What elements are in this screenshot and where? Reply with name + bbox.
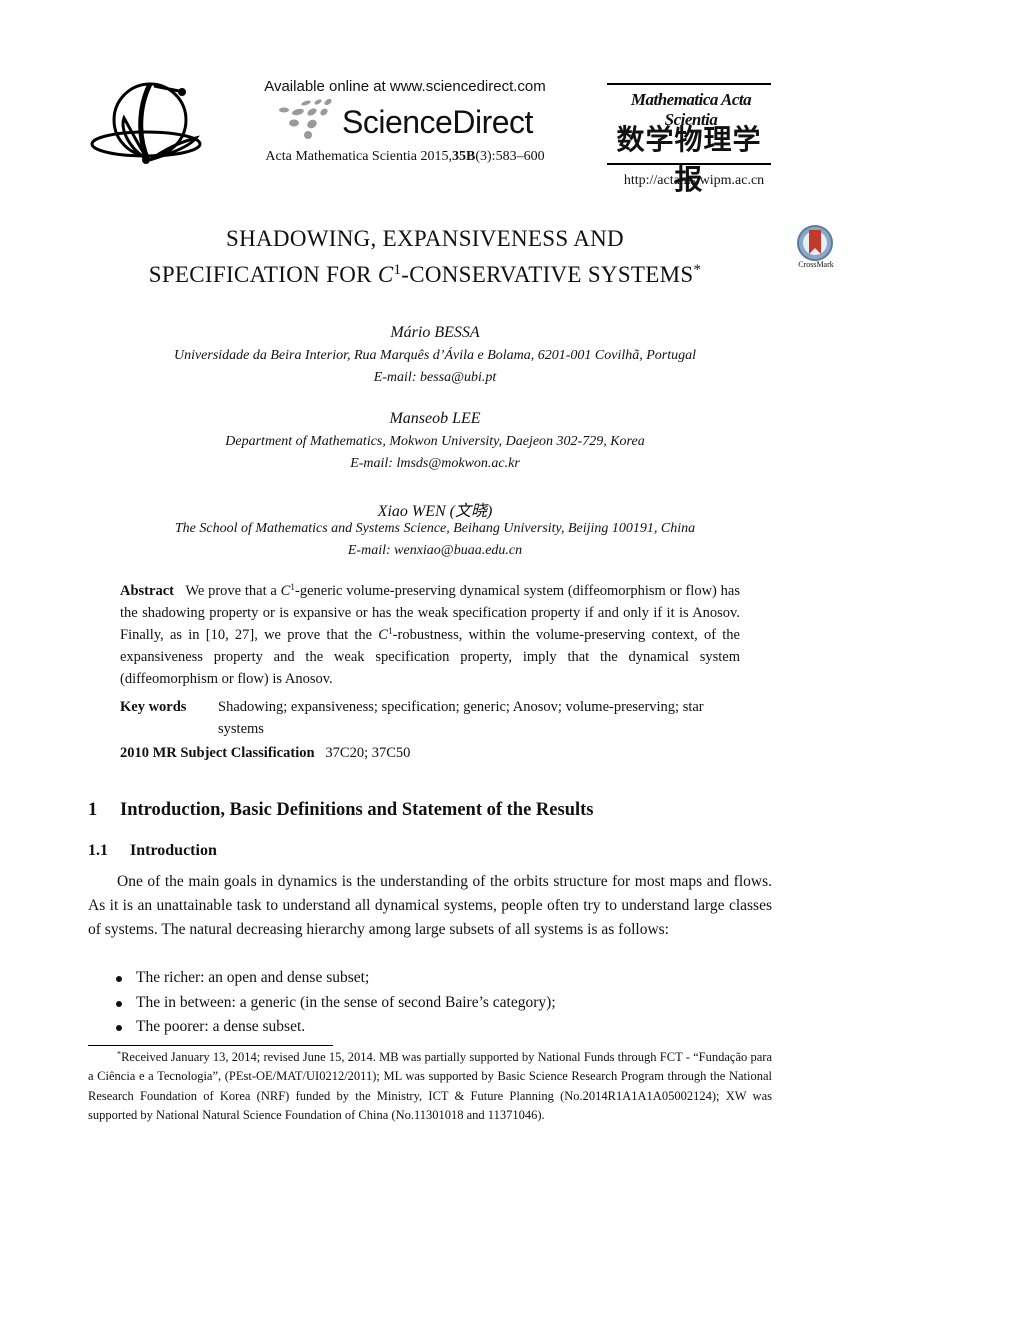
- author-name: Manseob LEE: [389, 410, 481, 427]
- citation-suffix: (3):583–600: [475, 149, 545, 164]
- keywords-label: Key words: [120, 699, 187, 715]
- bullet-icon: [116, 1025, 122, 1031]
- footnote-text: Received January 13, 2014; revised June …: [88, 1050, 772, 1122]
- math-c: C: [378, 627, 388, 643]
- title-line-1: SHADOWING, EXPANSIVENESS AND: [226, 226, 624, 251]
- journal-citation: Acta Mathematica Scientia 2015,35B(3):58…: [240, 149, 570, 165]
- paper-title: SHADOWING, EXPANSIVENESS AND SPECIFICATI…: [80, 221, 770, 293]
- author-email: E-mail: lmsds@mokwon.ac.kr: [350, 456, 520, 471]
- citation-prefix: Acta Mathematica Scientia 2015,: [265, 149, 453, 164]
- author-name: Mário BESSA: [390, 324, 480, 341]
- author-email: E-mail: bessa@ubi.pt: [373, 370, 497, 385]
- keywords-text: Shadowing; expansiveness; specification;…: [218, 699, 704, 737]
- list-item: The richer: an open and dense subset;: [88, 966, 772, 991]
- email-label: E-mail: [350, 456, 389, 471]
- math-c: C: [280, 583, 291, 599]
- author-email: E-mail: wenxiao@buaa.edu.cn: [347, 543, 523, 558]
- email-label: E-mail: [347, 543, 386, 558]
- email-label: E-mail: [373, 370, 412, 385]
- footnote-divider: [88, 1045, 333, 1046]
- subsection-number: 1.1: [88, 842, 108, 859]
- msc-codes: 37C20; 37C50: [325, 745, 411, 761]
- title-math-c: C: [377, 262, 394, 287]
- author-affiliation: Department of Mathematics, Mokwon Univer…: [225, 434, 645, 449]
- author-affiliation: The School of Mathematics and Systems Sc…: [174, 521, 696, 536]
- list-item-text: The in between: a generic (in the sense …: [136, 993, 556, 1011]
- subject-classification: 2010 MR Subject Classification 37C20; 37…: [120, 745, 740, 762]
- crossmark-label: CrossMark: [798, 260, 834, 269]
- msc-label: 2010 MR Subject Classification: [120, 745, 315, 761]
- author-name: Xiao WEN (文晓): [377, 503, 493, 520]
- subsection-heading: 1.1 Introduction: [88, 842, 217, 860]
- journal-sphere-logo-icon: [88, 78, 208, 170]
- abstract-label: Abstract: [120, 583, 174, 599]
- subsection-title: Introduction: [130, 842, 217, 859]
- journal-url-link[interactable]: http://actams.wipm.ac.cn: [605, 173, 783, 189]
- footnote: *Received January 13, 2014; revised June…: [88, 1048, 772, 1125]
- intro-body: One of the main goals in dynamics is the…: [88, 870, 772, 942]
- abstract-text-1: We prove that a: [185, 583, 281, 599]
- author-affiliation: Universidade da Beira Interior, Rua Marq…: [173, 348, 697, 363]
- citation-volume: 35B: [452, 149, 476, 164]
- list-item: The poorer: a dense subset.: [88, 1015, 772, 1040]
- section-number: 1: [88, 800, 98, 820]
- hierarchy-list: The richer: an open and dense subset; Th…: [88, 966, 772, 1040]
- email-address[interactable]: wenxiao@buaa.edu.cn: [394, 543, 522, 558]
- email-address[interactable]: bessa@ubi.pt: [420, 370, 496, 385]
- sciencedirect-brand: ScienceDirect: [342, 104, 533, 140]
- title-line-2: SPECIFICATION FOR C1-CONSERVATIVE SYSTEM…: [80, 257, 770, 293]
- intro-paragraph: One of the main goals in dynamics is the…: [88, 873, 772, 938]
- section-heading: 1 Introduction, Basic Definitions and Sta…: [88, 800, 593, 821]
- title-footnote-mark[interactable]: *: [693, 262, 701, 278]
- section-title: Introduction, Basic Definitions and Stat…: [120, 800, 594, 820]
- title-line-2-prefix: SPECIFICATION FOR: [148, 262, 378, 287]
- title-line-2-suffix: -CONSERVATIVE SYSTEMS: [401, 262, 694, 287]
- list-item: The in between: a generic (in the sense …: [88, 991, 772, 1016]
- bullet-icon: [116, 1000, 122, 1007]
- list-item-text: The poorer: a dense subset.: [136, 1018, 306, 1035]
- list-item-text: The richer: an open and dense subset;: [136, 969, 370, 986]
- keywords: Key words Shadowing; expansiveness; spec…: [120, 696, 740, 740]
- abstract: Abstract We prove that a C1-generic volu…: [120, 580, 740, 690]
- available-online-text: Available online at www.sciencedirect.co…: [264, 78, 546, 95]
- email-address[interactable]: lmsds@mokwon.ac.kr: [396, 456, 519, 471]
- bullet-icon: [116, 976, 122, 982]
